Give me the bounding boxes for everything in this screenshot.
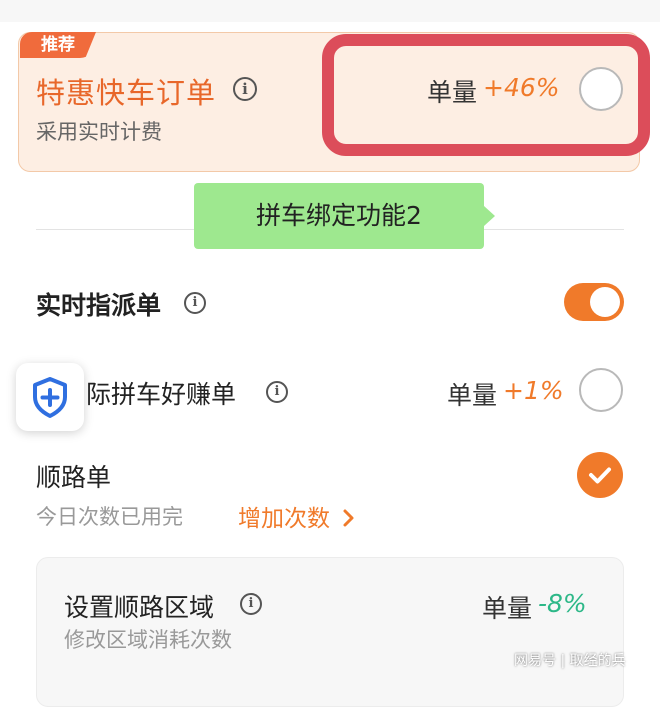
volume-value: +1%	[503, 376, 564, 405]
check-icon	[589, 467, 611, 484]
info-icon[interactable]: i	[266, 381, 288, 403]
add-quota-label: 增加次数	[238, 506, 330, 532]
chevron-right-icon	[343, 509, 354, 527]
top-strip	[0, 0, 660, 22]
tooltip-bubble: 拼车绑定功能2	[194, 183, 484, 249]
toggle-knob	[590, 287, 620, 317]
carpool-title: 际拼车好赚单	[86, 380, 237, 409]
recommended-title: 特惠快车订单	[36, 76, 217, 110]
realtime-dispatch-toggle[interactable]	[564, 283, 624, 321]
volume-value: -8%	[538, 589, 587, 618]
recommended-subtitle: 采用实时计费	[36, 120, 162, 144]
along-route-title: 顺路单	[36, 463, 112, 492]
tooltip-arrow	[484, 206, 495, 226]
region-title: 设置顺路区域	[64, 593, 215, 622]
shield-button[interactable]	[16, 363, 84, 431]
volume-label: 单量	[447, 381, 498, 410]
quota-status: 今日次数已用完	[36, 505, 183, 529]
realtime-dispatch-title: 实时指派单	[36, 291, 162, 320]
info-icon[interactable]: i	[233, 77, 257, 101]
watermark: 网易号 | 取经的兵	[514, 653, 626, 669]
info-icon[interactable]: i	[184, 292, 206, 314]
shield-plus-icon	[33, 377, 67, 418]
region-subtitle: 修改区域消耗次数	[64, 628, 232, 652]
recommended-radio[interactable]	[579, 67, 623, 111]
add-quota-link[interactable]: 增加次数	[238, 499, 357, 533]
along-route-check[interactable]	[577, 452, 623, 498]
recommended-badge: 推荐	[20, 32, 96, 58]
volume-value: +46%	[483, 73, 560, 102]
volume-label: 单量	[427, 78, 478, 107]
carpool-radio[interactable]	[579, 368, 623, 412]
volume-label: 单量	[482, 594, 533, 623]
info-icon[interactable]: i	[240, 593, 262, 615]
